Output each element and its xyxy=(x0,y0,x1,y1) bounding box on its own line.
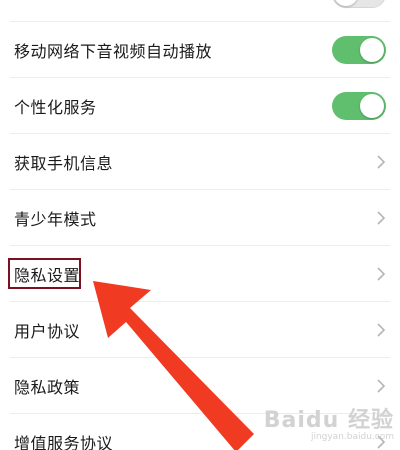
settings-row-partial[interactable] xyxy=(0,0,400,22)
settings-row-user-agreement[interactable]: 用户协议 xyxy=(0,302,400,358)
chevron-right-icon xyxy=(377,323,386,337)
toggle-knob xyxy=(360,38,384,62)
settings-row-autoplay[interactable]: 移动网络下音视频自动播放 xyxy=(0,22,400,78)
toggle-switch-off[interactable] xyxy=(332,0,386,8)
settings-list: 移动网络下音视频自动播放 个性化服务 获取手机信息 青少年模式 隐私设置 用户协… xyxy=(0,0,400,450)
chevron-right-icon xyxy=(377,379,386,393)
settings-row-phone-info[interactable]: 获取手机信息 xyxy=(0,134,400,190)
autoplay-toggle[interactable] xyxy=(332,36,386,64)
watermark-brand: Baidu 经验 xyxy=(263,408,394,433)
row-label: 个性化服务 xyxy=(14,98,97,117)
watermark: Baidu 经验 jingyan.baidu.com xyxy=(264,402,394,442)
toggle-knob xyxy=(334,0,358,6)
row-label: 青少年模式 xyxy=(14,210,97,229)
row-label: 增值服务协议 xyxy=(14,434,114,450)
settings-row-teen-mode[interactable]: 青少年模式 xyxy=(0,190,400,246)
row-label: 隐私政策 xyxy=(14,378,81,397)
chevron-right-icon xyxy=(377,267,386,281)
personalized-service-toggle[interactable] xyxy=(332,92,386,120)
row-label: 移动网络下音视频自动播放 xyxy=(14,42,213,61)
toggle-knob xyxy=(360,94,384,118)
settings-row-personalized-service[interactable]: 个性化服务 xyxy=(0,78,400,134)
row-label: 用户协议 xyxy=(14,322,81,341)
chevron-right-icon xyxy=(377,155,386,169)
chevron-right-icon xyxy=(377,211,386,225)
row-label: 获取手机信息 xyxy=(14,154,114,173)
highlight-box xyxy=(8,258,81,289)
